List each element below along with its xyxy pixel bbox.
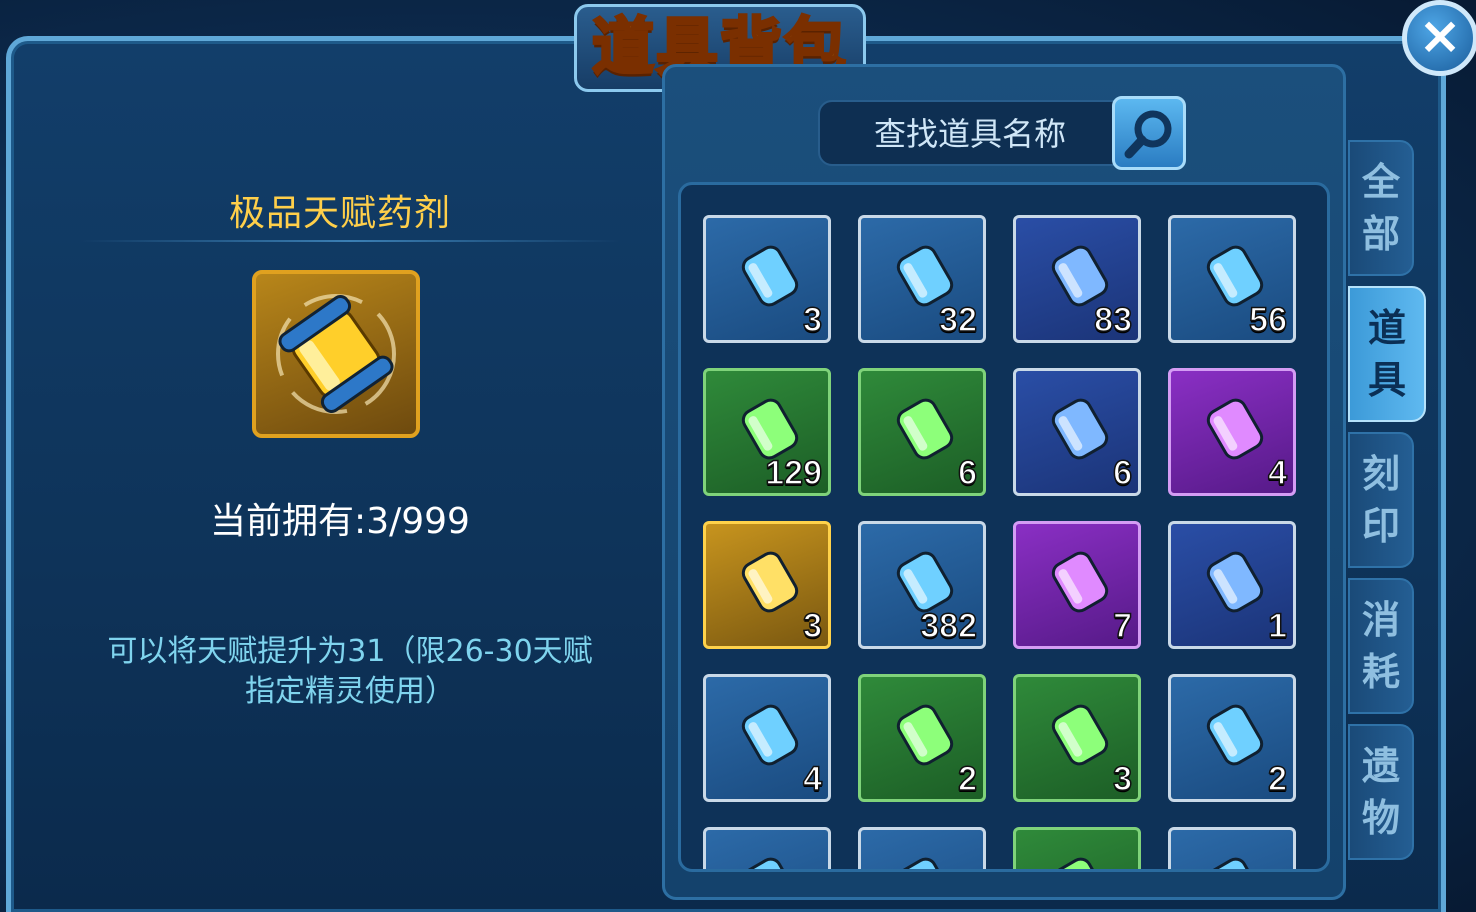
item-count: 6 [957, 453, 977, 493]
purple-potion-tube-icon [1191, 385, 1279, 473]
item-count: 382 [920, 606, 978, 646]
tab-category[interactable]: 全部 [1348, 140, 1414, 276]
inventory-slot[interactable]: 2 [1168, 674, 1296, 802]
item-description-line: 指定精灵使用） [245, 674, 455, 709]
item-count: 56 [1248, 300, 1287, 340]
item-count: 2 [957, 759, 977, 799]
tab-category[interactable]: 消耗 [1348, 578, 1414, 714]
owned-label: 当前拥有: [210, 501, 367, 542]
inventory-slot[interactable]: 3 [703, 215, 831, 343]
inventory-slot[interactable]: 83 [1013, 215, 1141, 343]
green-potion-tube-icon [881, 385, 969, 473]
rainbow-potion-tube-icon [1036, 538, 1124, 626]
inventory-slot[interactable]: 3 [1013, 674, 1141, 802]
item-count: 83 [1093, 300, 1132, 340]
inventory-slot[interactable] [858, 827, 986, 869]
inventory-slot[interactable]: 6 [1013, 368, 1141, 496]
item-description: 可以将天赋提升为31（限26-30天赋 指定精灵使用） [60, 632, 640, 712]
item-count: 4 [802, 759, 822, 799]
name-divider [80, 240, 620, 242]
partial-item-icon [726, 844, 814, 869]
tab-category[interactable]: 道具 [1348, 286, 1426, 422]
tab-label: 遗物 [1362, 744, 1401, 840]
inventory-slot[interactable]: 4 [1168, 368, 1296, 496]
owned-value: 3/999 [366, 501, 470, 542]
close-button[interactable]: × [1402, 0, 1476, 76]
inventory-slot[interactable]: 4 [703, 674, 831, 802]
inventory-slot[interactable] [1168, 827, 1296, 869]
inventory-slot[interactable] [1013, 827, 1141, 869]
blue-potion-tube-icon [1036, 385, 1124, 473]
gold-potion-tube-icon [726, 538, 814, 626]
item-count: 32 [938, 300, 977, 340]
item-count: 4 [1267, 453, 1287, 493]
tab-category[interactable]: 刻印 [1348, 432, 1414, 568]
rainbow-crystal-wing-icon [726, 232, 814, 320]
item-detail-panel: 极品天赋药剂 当前拥有:3/999 可以将天赋提升为31（限26-30天赋 指定… [20, 92, 660, 892]
item-count: 2 [1267, 759, 1287, 799]
search-box [818, 100, 1120, 166]
tab-label: 道具 [1368, 306, 1407, 402]
ice-cube-circuit-icon [1191, 691, 1279, 779]
inventory-grid: 3 32 83 56 129 6 6 4 3 382 7 1 4 2 3 2 [678, 182, 1330, 872]
dark-ore-rock-icon [1036, 691, 1124, 779]
inventory-slot[interactable]: 56 [1168, 215, 1296, 343]
item-count: 129 [765, 453, 823, 493]
partial-item-icon [1036, 844, 1124, 869]
item-detail-name: 极品天赋药剂 [228, 193, 451, 234]
shield-emblem-plate-icon [1191, 538, 1279, 626]
inventory-slot[interactable]: 3 [703, 521, 831, 649]
inventory-slot[interactable]: 382 [858, 521, 986, 649]
inventory-slot[interactable] [703, 827, 831, 869]
gold-potion-tube-icon [252, 270, 420, 438]
item-count: 1 [1267, 606, 1287, 646]
search-button[interactable] [1112, 96, 1186, 170]
item-count: 7 [1112, 606, 1132, 646]
search-input[interactable] [820, 102, 1120, 166]
owned-count-text: 当前拥有:3/999 [20, 492, 660, 544]
inventory-slot[interactable]: 1 [1168, 521, 1296, 649]
item-count: 6 [1112, 453, 1132, 493]
tab-label: 刻印 [1362, 452, 1401, 548]
tab-label: 消耗 [1362, 598, 1401, 694]
inventory-slot[interactable]: 129 [703, 368, 831, 496]
tab-label: 全部 [1362, 160, 1401, 256]
inventory-slot[interactable]: 6 [858, 368, 986, 496]
item-count: 3 [1112, 759, 1132, 799]
partial-item-icon [881, 844, 969, 869]
inventory-slot[interactable]: 2 [858, 674, 986, 802]
tab-category[interactable]: 遗物 [1348, 724, 1414, 860]
gold-diamond-gem-icon [726, 691, 814, 779]
search-icon [1124, 110, 1172, 159]
item-count: 3 [802, 300, 822, 340]
item-description-line: 可以将天赋提升为31（限26-30天赋 [107, 634, 593, 669]
inventory-slot[interactable]: 7 [1013, 521, 1141, 649]
red-fire-crystal-icon [881, 691, 969, 779]
inventory-slot[interactable]: 32 [858, 215, 986, 343]
item-count: 3 [802, 606, 822, 646]
partial-item-icon [1191, 844, 1279, 869]
